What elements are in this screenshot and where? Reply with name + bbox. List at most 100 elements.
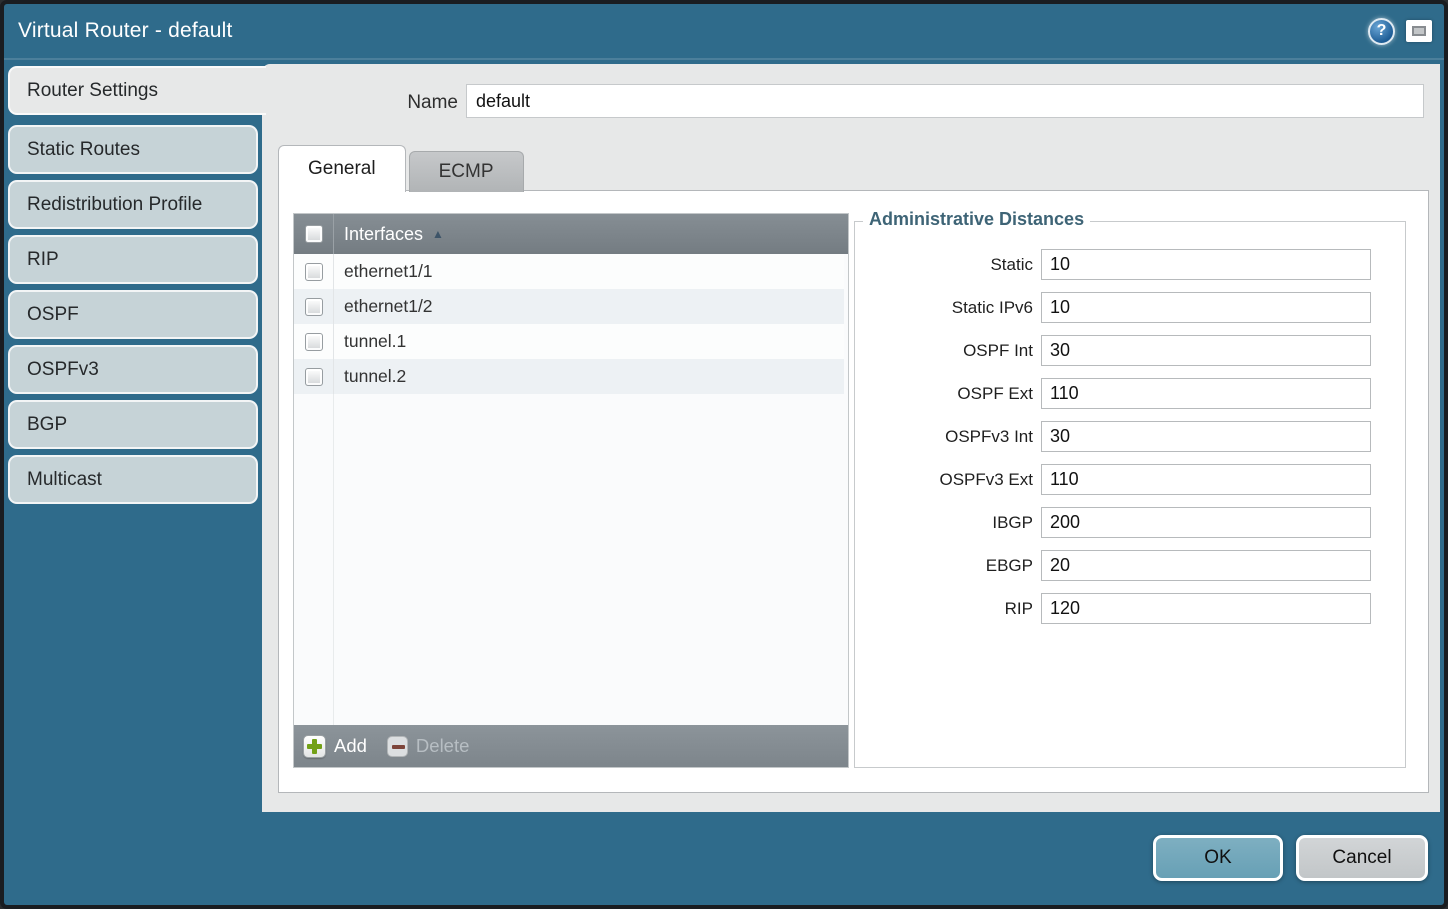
window-restore-icon[interactable] <box>1406 20 1432 42</box>
admin-distances-legend: Administrative Distances <box>863 209 1090 230</box>
tab-label: General <box>308 158 376 180</box>
admin-distance-row: EBGP <box>855 550 1405 581</box>
admin-distance-row: Static IPv6 <box>855 292 1405 323</box>
virtual-router-dialog: Virtual Router - default ? Router Settin… <box>0 0 1448 909</box>
admin-distance-label: OSPFv3 Int <box>855 427 1041 447</box>
minus-bar <box>392 745 405 749</box>
admin-distance-row: OSPFv3 Ext <box>855 464 1405 495</box>
delete-button-disabled[interactable]: Delete <box>387 735 469 757</box>
table-row[interactable]: ethernet1/1 <box>294 254 844 289</box>
table-empty-area <box>294 394 848 725</box>
sidebar-item[interactable]: Redistribution Profile <box>8 180 258 229</box>
admin-distance-label: Static <box>855 255 1041 275</box>
sidebar-item[interactable]: Router Settings <box>8 66 266 115</box>
admin-distance-label: OSPF Ext <box>855 384 1041 404</box>
sidebar-item-label: OSPFv3 <box>27 359 99 381</box>
delete-button-label: Delete <box>416 735 469 757</box>
row-checkbox[interactable] <box>305 263 323 281</box>
sidebar-item[interactable]: Multicast <box>8 455 258 504</box>
admin-distance-label: RIP <box>855 599 1041 619</box>
row-checkbox-cell <box>294 324 334 359</box>
admin-distance-row: IBGP <box>855 507 1405 538</box>
row-checkbox-cell <box>294 359 334 394</box>
add-icon <box>303 735 326 758</box>
row-checkbox[interactable] <box>305 368 323 386</box>
row-checkbox[interactable] <box>305 298 323 316</box>
admin-distance-input[interactable] <box>1041 378 1371 409</box>
sidebar-item[interactable]: OSPF <box>8 290 258 339</box>
tab[interactable]: General <box>278 145 406 192</box>
table-row[interactable]: tunnel.2 <box>294 359 844 394</box>
admin-distance-input[interactable] <box>1041 292 1371 323</box>
admin-distance-row: OSPF Ext <box>855 378 1405 409</box>
cancel-button[interactable]: Cancel <box>1296 835 1428 881</box>
interface-name: ethernet1/1 <box>334 254 433 289</box>
sidebar-item-label: Static Routes <box>27 139 140 161</box>
admin-distance-input[interactable] <box>1041 593 1371 624</box>
plus-bar-vertical <box>312 739 317 754</box>
interface-name: ethernet1/2 <box>334 289 433 324</box>
name-input[interactable] <box>466 84 1424 118</box>
interfaces-table-footer: Add Delete <box>294 725 848 767</box>
tab-label: ECMP <box>439 161 494 183</box>
name-label: Name <box>322 92 458 114</box>
dialog-actions: OK Cancel <box>1153 835 1428 881</box>
add-button[interactable]: Add <box>303 735 367 758</box>
table-row[interactable]: tunnel.1 <box>294 324 844 359</box>
sidebar-item-label: Multicast <box>27 469 102 491</box>
row-checkbox[interactable] <box>305 333 323 351</box>
admin-distance-input[interactable] <box>1041 421 1371 452</box>
interfaces-column-header[interactable]: Interfaces ▲ <box>334 214 444 254</box>
admin-distance-label: EBGP <box>855 556 1041 576</box>
admin-distance-input[interactable] <box>1041 507 1371 538</box>
sidebar-item-label: RIP <box>27 249 59 271</box>
admin-distance-row: OSPF Int <box>855 335 1405 366</box>
select-all-cell <box>294 214 334 254</box>
admin-distances-group: Administrative Distances Static Static I… <box>854 221 1406 768</box>
ok-button[interactable]: OK <box>1153 835 1283 881</box>
sidebar-item-label: Router Settings <box>27 80 158 102</box>
dialog-title: Virtual Router - default <box>18 19 233 43</box>
interface-name: tunnel.1 <box>334 324 406 359</box>
interface-name: tunnel.2 <box>334 359 406 394</box>
window-restore-icon-shape <box>1412 26 1426 36</box>
admin-distance-row: Static <box>855 249 1405 280</box>
admin-distances-fields: Static Static IPv6 OSPF Int <box>855 222 1405 624</box>
sidebar-item-label: OSPF <box>27 304 79 326</box>
admin-distance-row: RIP <box>855 593 1405 624</box>
checkbox-column-spacer <box>294 394 334 725</box>
sidebar-item[interactable]: OSPFv3 <box>8 345 258 394</box>
interfaces-table: Interfaces ▲ ethernet1/1 <box>293 213 849 768</box>
admin-distance-label: IBGP <box>855 513 1041 533</box>
dialog-body: Name General ECMP Interfac <box>262 64 1440 812</box>
interfaces-column-title: Interfaces <box>344 224 423 245</box>
dialog-titlebar: Virtual Router - default ? <box>4 4 1444 60</box>
admin-distance-input[interactable] <box>1041 249 1371 280</box>
interfaces-table-header: Interfaces ▲ <box>294 214 848 254</box>
table-row[interactable]: ethernet1/2 <box>294 289 844 324</box>
sort-asc-icon: ▲ <box>432 227 444 241</box>
sidebar-item[interactable]: BGP <box>8 400 258 449</box>
delete-icon <box>387 736 408 757</box>
admin-distance-input[interactable] <box>1041 550 1371 581</box>
admin-distance-label: OSPFv3 Ext <box>855 470 1041 490</box>
tab-content-panel: Interfaces ▲ ethernet1/1 <box>278 190 1429 793</box>
admin-distance-input[interactable] <box>1041 335 1371 366</box>
sidebar-item[interactable]: Static Routes <box>8 125 258 174</box>
admin-distance-label: OSPF Int <box>855 341 1041 361</box>
admin-distance-label: Static IPv6 <box>855 298 1041 318</box>
help-icon[interactable]: ? <box>1368 18 1395 45</box>
row-checkbox-cell <box>294 289 334 324</box>
select-all-checkbox[interactable] <box>305 225 323 243</box>
add-button-label: Add <box>334 735 367 757</box>
admin-distance-row: OSPFv3 Int <box>855 421 1405 452</box>
sidebar-item[interactable]: RIP <box>8 235 258 284</box>
row-checkbox-cell <box>294 254 334 289</box>
tab-bar: General ECMP <box>278 145 527 192</box>
sidebar-item-label: BGP <box>27 414 67 436</box>
sidebar-item-label: Redistribution Profile <box>27 194 202 216</box>
interfaces-table-body: ethernet1/1 ethernet1/2 <box>294 254 848 725</box>
tab[interactable]: ECMP <box>409 151 524 192</box>
help-icon-glyph: ? <box>1377 22 1387 40</box>
admin-distance-input[interactable] <box>1041 464 1371 495</box>
